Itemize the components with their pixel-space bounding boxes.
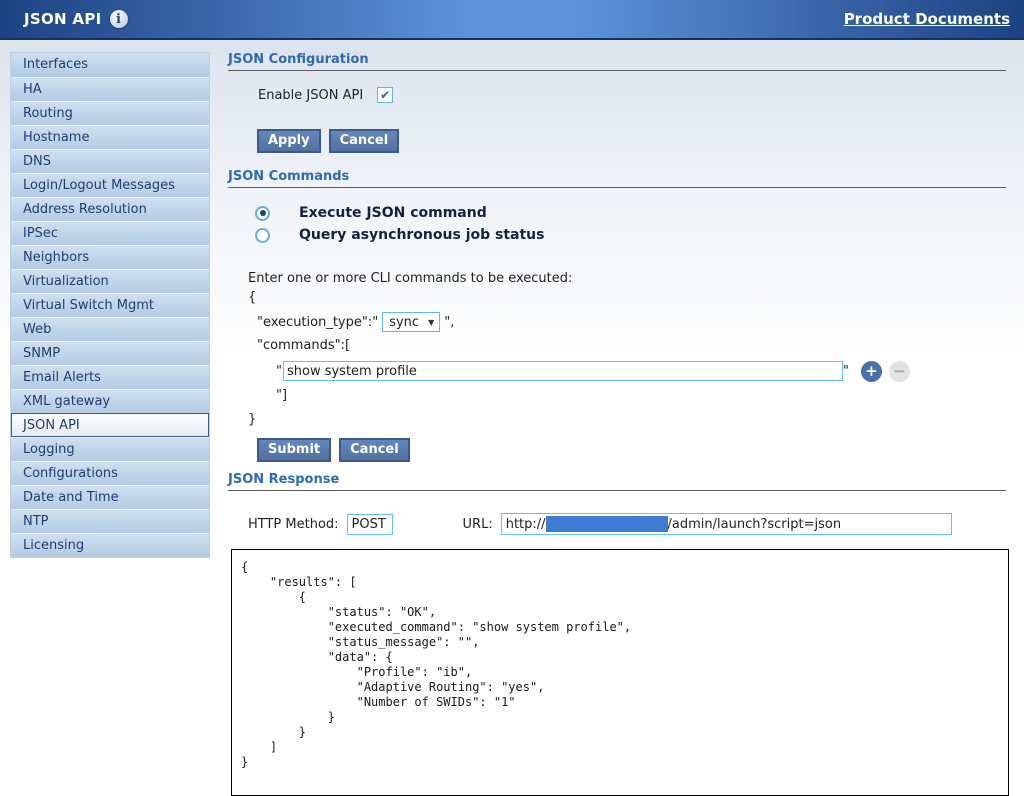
- enable-json-api-label: Enable JSON API: [258, 88, 363, 103]
- radio-option-execute-json-command[interactable]: Execute JSON command: [255, 202, 1006, 224]
- config-cancel-button[interactable]: Cancel: [329, 129, 400, 153]
- add-command-icon[interactable]: +: [861, 361, 882, 382]
- config-buttons-row: Apply Cancel: [257, 129, 1006, 153]
- execution-type-suffix: ",: [444, 315, 454, 330]
- command-close-quote: ": [843, 364, 849, 379]
- sidebar-item-logging[interactable]: Logging: [11, 437, 209, 461]
- remove-command-icon[interactable]: −: [889, 361, 910, 382]
- command-mode-radio-group: Execute JSON command Query asynchronous j…: [255, 202, 1006, 246]
- url-input[interactable]: http:// /admin/launch?script=json: [501, 513, 952, 535]
- sidebar-nav: InterfacesHARoutingHostnameDNSLogin/Logo…: [10, 52, 210, 558]
- json-close-brace: }: [248, 408, 1006, 432]
- execution-type-row: "execution_type":" sync ▼ ",: [257, 310, 1006, 334]
- section-title-json-commands: JSON Commands: [228, 169, 1006, 188]
- json-open-brace: {: [248, 286, 1006, 310]
- commands-cancel-button[interactable]: Cancel: [339, 438, 410, 462]
- commands-buttons-row: Submit Cancel: [257, 438, 1006, 462]
- url-suffix-text: /admin/launch?script=json: [668, 517, 842, 532]
- apply-button[interactable]: Apply: [257, 129, 321, 153]
- cli-command-input[interactable]: [283, 361, 843, 381]
- redacted-host-block: [546, 516, 668, 532]
- json-response-output[interactable]: { "results": [ { "status": "OK", "execut…: [231, 549, 1009, 796]
- radio-option-label: Execute JSON command: [299, 205, 487, 221]
- radio-option-label: Query asynchronous job status: [299, 227, 544, 243]
- sidebar-item-snmp[interactable]: SNMP: [11, 341, 209, 365]
- url-prefix-text: http://: [506, 517, 546, 532]
- sidebar-item-dns[interactable]: DNS: [11, 149, 209, 173]
- command-open-quote: ": [276, 364, 282, 379]
- sidebar-item-licensing[interactable]: Licensing: [11, 533, 209, 557]
- main-content: JSON Configuration Enable JSON API ✔ App…: [228, 40, 1006, 796]
- page-title: JSON API: [24, 10, 102, 28]
- radio-button-icon[interactable]: [255, 206, 270, 221]
- commands-array-label: "commands":[: [257, 334, 1006, 358]
- radio-selected-dot: [260, 210, 266, 216]
- sidebar-item-ha[interactable]: HA: [11, 77, 209, 101]
- submit-button[interactable]: Submit: [257, 438, 331, 462]
- radio-button-icon[interactable]: [255, 228, 270, 243]
- sidebar-item-xml-gateway[interactable]: XML gateway: [11, 389, 209, 413]
- sidebar-item-hostname[interactable]: Hostname: [11, 125, 209, 149]
- sidebar-item-date-and-time[interactable]: Date and Time: [11, 485, 209, 509]
- product-documents-link[interactable]: Product Documents: [844, 10, 1010, 28]
- info-icon[interactable]: i: [110, 10, 128, 28]
- sidebar-item-email-alerts[interactable]: Email Alerts: [11, 365, 209, 389]
- sidebar-item-virtualization[interactable]: Virtualization: [11, 269, 209, 293]
- http-method-label: HTTP Method:: [248, 517, 339, 532]
- sidebar-item-address-resolution[interactable]: Address Resolution: [11, 197, 209, 221]
- sidebar-item-configurations[interactable]: Configurations: [11, 461, 209, 485]
- radio-option-query-asynchronous-job-status[interactable]: Query asynchronous job status: [255, 224, 1006, 246]
- command-input-row: " " + −: [276, 358, 1006, 384]
- sidebar-item-interfaces[interactable]: Interfaces: [11, 53, 209, 77]
- execution-type-value: sync: [389, 315, 419, 330]
- sidebar-item-web[interactable]: Web: [11, 317, 209, 341]
- execution-type-prefix: "execution_type":": [257, 315, 378, 330]
- sidebar-item-routing[interactable]: Routing: [11, 101, 209, 125]
- execution-type-select[interactable]: sync ▼: [382, 312, 440, 332]
- http-method-input[interactable]: [347, 514, 393, 535]
- dropdown-arrow-icon: ▼: [428, 318, 434, 327]
- sidebar-item-ipsec[interactable]: IPSec: [11, 221, 209, 245]
- url-label: URL:: [463, 517, 493, 532]
- cli-instruction-text: Enter one or more CLI commands to be exe…: [248, 271, 1006, 286]
- sidebar-item-json-api[interactable]: JSON API: [11, 413, 209, 437]
- enable-json-api-checkbox[interactable]: ✔: [377, 87, 393, 103]
- page-body: InterfacesHARoutingHostnameDNSLogin/Logo…: [0, 40, 1024, 771]
- sidebar-item-login-logout-messages[interactable]: Login/Logout Messages: [11, 173, 209, 197]
- json-close-bracket: "]: [276, 384, 1006, 408]
- json-response-text: { "results": [ { "status": "OK", "execut…: [232, 550, 1008, 770]
- header-bar: JSON API i Product Documents: [0, 0, 1024, 40]
- json-command-form: { "execution_type":" sync ▼ ", "commands…: [248, 286, 1006, 432]
- sidebar-item-ntp[interactable]: NTP: [11, 509, 209, 533]
- enable-json-api-row: Enable JSON API ✔: [258, 87, 1006, 103]
- sidebar-item-neighbors[interactable]: Neighbors: [11, 245, 209, 269]
- request-info-row: HTTP Method: URL: http:// /admin/launch?…: [248, 513, 1006, 535]
- sidebar-item-virtual-switch-mgmt[interactable]: Virtual Switch Mgmt: [11, 293, 209, 317]
- section-title-json-configuration: JSON Configuration: [228, 52, 1006, 71]
- section-title-json-response: JSON Response: [228, 472, 1006, 491]
